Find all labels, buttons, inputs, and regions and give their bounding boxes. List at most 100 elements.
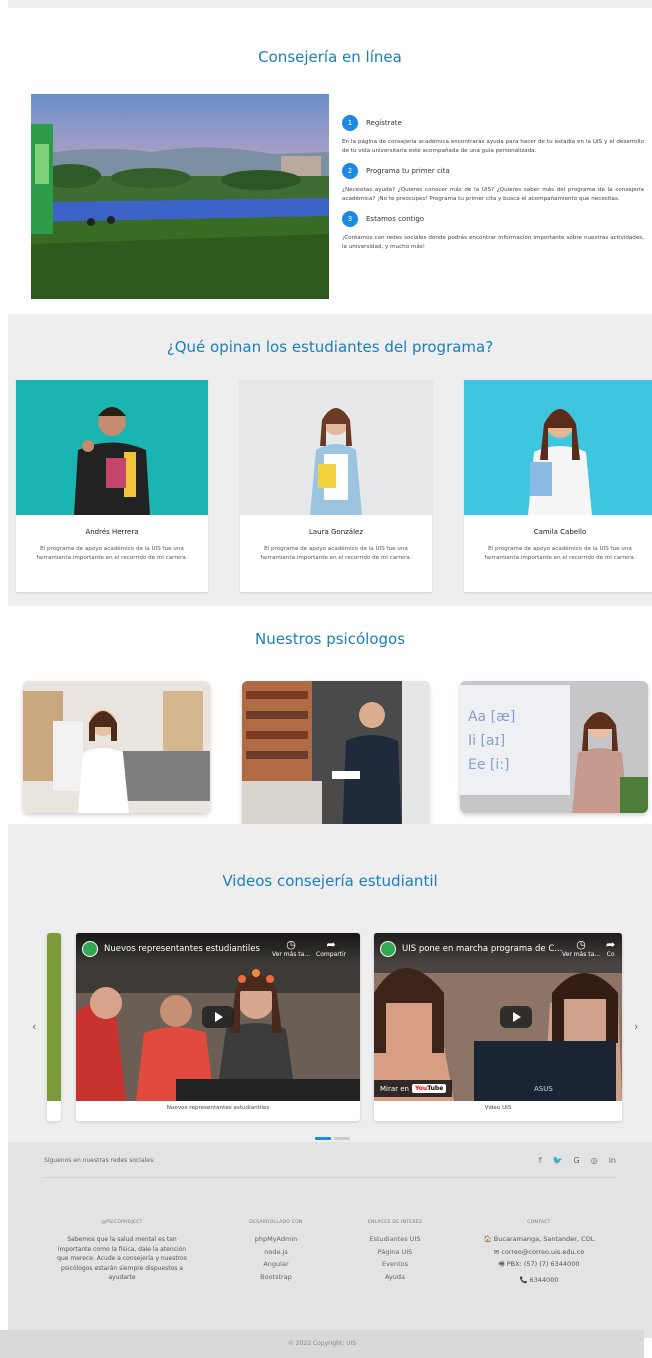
footer-link[interactable]: Página UIS <box>352 1248 438 1256</box>
youtube-logo-icon: YouTube <box>412 1084 447 1093</box>
watch-on-youtube-button[interactable]: Mirar en YouTube <box>374 1080 453 1097</box>
footer-link[interactable]: Estudiantes UIS <box>352 1235 438 1243</box>
envelope-icon: ✉ <box>493 1247 500 1256</box>
student-name: Camila Cabello <box>533 528 587 536</box>
campus-image <box>31 94 329 299</box>
contact-phone: 📞 6344000 <box>519 1275 559 1284</box>
carousel-prev-button[interactable]: ‹ <box>32 1020 36 1033</box>
footer-link[interactable]: node.js <box>236 1248 316 1256</box>
footer-links: ENLACES DE INTERÉS Estudiantes UIS Págin… <box>352 1220 438 1285</box>
steps-list: 1 Regístrate En la página de consejería … <box>342 115 644 259</box>
step-number: 3 <box>342 211 358 227</box>
footer: Síguenos en nuestras redes sociales: f 🐦… <box>8 1142 652 1338</box>
step-title: Regístrate <box>366 119 402 127</box>
video-card[interactable]: ASUS UIS pone en marcha programa de C...… <box>374 933 622 1121</box>
step-text: ¿Necesitas ayuda? ¿Quieres conocer más d… <box>342 187 644 202</box>
contact-email: ✉ correo@correo.uis.edu.co <box>493 1247 585 1256</box>
footer-link[interactable]: Angular <box>236 1260 316 1268</box>
step-title: Programa tu primer cita <box>366 167 450 175</box>
social-icons: f 🐦 G ◎ in <box>539 1156 616 1165</box>
svg-text:Aa [æ]: Aa [æ] <box>468 709 515 725</box>
svg-text:Ee [i:]: Ee [i:] <box>468 757 509 773</box>
psychologists-title: Nuestros psicólogos <box>254 630 406 648</box>
psychologist-card[interactable]: Aa [æ] Ii [aɪ] Ee [i:] <box>460 681 648 813</box>
svg-text:Ii [aɪ]: Ii [aɪ] <box>468 733 505 749</box>
video-title[interactable]: UIS pone en marcha programa de C... <box>402 944 562 954</box>
student-photo <box>240 380 432 515</box>
footer-heading: DESARROLLADO CON <box>249 1220 303 1225</box>
carousel-indicators <box>315 1137 353 1140</box>
student-name: Andrés Herrera <box>85 528 139 536</box>
footer-contact: CONTACT 🏠 Bucaramanga, Santander, COL ✉ … <box>474 1220 604 1288</box>
video-card-partial[interactable] <box>47 933 61 1121</box>
footer-about-text: Sabemos que la salud mental es tan impor… <box>57 1236 187 1281</box>
footer-heading: CONTACT <box>527 1220 551 1225</box>
carousel-dot[interactable] <box>334 1137 350 1140</box>
testimonial-card: Andrés Herrera El programa de apoyo acad… <box>16 380 208 592</box>
step-text: En la página de consejería académica enc… <box>342 139 644 154</box>
consejeria-section: Consejería en línea 1 Regístrate En la p… <box>8 0 652 299</box>
channel-avatar[interactable] <box>82 941 98 957</box>
psychologist-card[interactable] <box>23 681 210 813</box>
psychologist-card[interactable] <box>242 681 429 839</box>
footer-link[interactable]: Ayuda <box>352 1273 438 1281</box>
copyright: © 2022 Copyright: UIS <box>0 1330 644 1358</box>
step-title: Estamos contigo <box>366 215 425 223</box>
consejeria-title: Consejería en línea <box>258 48 402 66</box>
footer-link[interactable]: Bootstrap <box>236 1273 316 1281</box>
share-button[interactable]: ➦ Co <box>606 938 616 959</box>
testimonial-quote: El programa de apoyo académico de la UIS… <box>484 546 636 561</box>
footer-about: @PSICOPROJECT Sabemos que la salud menta… <box>52 1220 192 1283</box>
video-player[interactable]: ASUS UIS pone en marcha programa de C...… <box>374 933 622 1101</box>
step-3: 3 Estamos contigo <box>342 211 644 227</box>
carousel-dot[interactable] <box>315 1137 331 1140</box>
footer-heading: @PSICOPROJECT <box>101 1220 143 1225</box>
student-photo <box>16 380 208 515</box>
footer-tech: DESARROLLADO CON phpMyAdmin node.js Angu… <box>236 1220 316 1285</box>
contact-address: 🏠 Bucaramanga, Santander, COL <box>483 1235 595 1243</box>
step-1: 1 Regístrate <box>342 115 644 131</box>
videos-title: Videos consejería estudiantil <box>222 872 438 890</box>
psychologists-section: Nuestros psicólogos Aa [æ] Ii [aɪ] Ee [i… <box>8 606 652 839</box>
svg-text:ASUS: ASUS <box>534 1085 553 1093</box>
instagram-icon[interactable]: ◎ <box>591 1156 598 1165</box>
carousel-next-button[interactable]: › <box>634 1020 638 1033</box>
watch-later-button[interactable]: ◷ Ver más ta... <box>272 938 310 959</box>
share-button[interactable]: ➦ Compartir <box>316 938 346 959</box>
videos-section: Videos consejería estudiantil Nuevos rep… <box>8 824 652 1142</box>
contact-pbx: 🖷 PBX: (57) (7) 6344000 <box>498 1260 580 1268</box>
testimonial-card: Laura González El programa de apoyo acad… <box>240 380 432 592</box>
step-number: 1 <box>342 115 358 131</box>
facebook-icon[interactable]: f <box>539 1156 542 1165</box>
step-text: ¡Contamos con redes sociales donde podrá… <box>342 235 644 250</box>
footer-heading: ENLACES DE INTERÉS <box>367 1220 423 1225</box>
footer-link[interactable]: phpMyAdmin <box>236 1235 316 1243</box>
video-title[interactable]: Nuevos representantes estudiantiles <box>104 944 260 954</box>
clock-icon: ◷ <box>576 938 586 951</box>
watch-later-button[interactable]: ◷ Ver más ta... <box>562 938 600 959</box>
video-card[interactable]: Nuevos representantes estudiantiles ◷ Ve… <box>76 933 360 1121</box>
fax-icon: 🖷 <box>498 1260 505 1268</box>
google-icon[interactable]: G <box>574 1156 580 1165</box>
footer-link[interactable]: Eventos <box>352 1260 438 1268</box>
testimonial-quote: El programa de apoyo académico de la UIS… <box>260 546 412 561</box>
step-2: 2 Programa tu primer cita <box>342 163 644 179</box>
testimonial-quote: El programa de apoyo académico de la UIS… <box>36 546 188 561</box>
linkedin-icon[interactable]: in <box>609 1156 616 1165</box>
clock-icon: ◷ <box>286 938 296 951</box>
step-number: 2 <box>342 163 358 179</box>
video-player[interactable]: Nuevos representantes estudiantiles ◷ Ve… <box>76 933 360 1101</box>
share-icon: ➦ <box>326 938 336 951</box>
social-label: Síguenos en nuestras redes sociales: <box>44 1157 156 1164</box>
video-caption: Video UIS <box>484 1105 512 1111</box>
social-row: Síguenos en nuestras redes sociales: f 🐦… <box>44 1156 616 1178</box>
testimonials-title: ¿Qué opinan los estudiantes del programa… <box>166 338 494 356</box>
share-icon: ➦ <box>606 938 616 951</box>
twitter-icon[interactable]: 🐦 <box>553 1156 563 1165</box>
video-caption: Nuevos representantes estudiantiles <box>166 1105 270 1111</box>
testimonial-card: Camila Cabello El programa de apoyo acad… <box>464 380 652 592</box>
play-button[interactable] <box>500 1006 532 1028</box>
channel-avatar[interactable] <box>380 941 396 957</box>
play-button[interactable] <box>202 1006 234 1028</box>
student-photo <box>464 380 652 515</box>
